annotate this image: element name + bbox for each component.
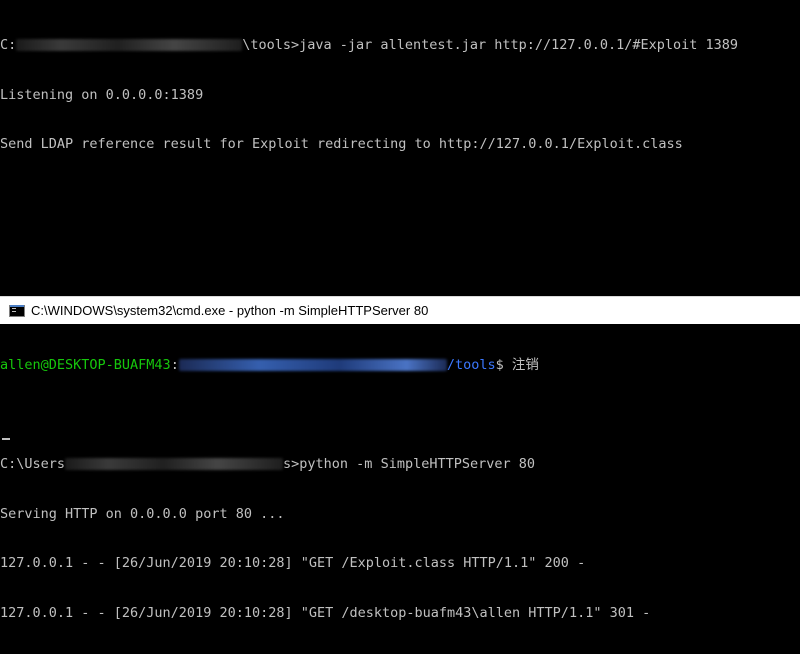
redacted-path: [16, 39, 243, 51]
text-cursor: [2, 438, 10, 440]
listening-line: Listening on 0.0.0.0:1389: [0, 86, 204, 103]
java-command-line: C: \tools>java -jar allentest.jar http://…: [0, 37, 800, 54]
serving-line: Serving HTTP on 0.0.0.0 port 80 ...: [0, 505, 285, 522]
path-prefix: C:: [0, 37, 17, 53]
ldap-redirect-line: Send LDAP reference result for Exploit r…: [0, 136, 683, 152]
prompt-user: allen@DESKTOP-BUAFM43: [0, 357, 171, 373]
java-terminal-output: C: \tools>java -jar allentest.jar http://…: [0, 4, 800, 294]
python-command-text: s>python -m SimpleHTTPServer 80: [283, 456, 535, 472]
redacted-user-path: [65, 458, 284, 470]
window-title: C:\WINDOWS\system32\cmd.exe - python -m …: [31, 303, 429, 318]
redacted-prompt-path: [178, 359, 447, 371]
python-command-line: C:\Users s>python -m SimpleHTTPServer 80: [0, 456, 800, 473]
users-path-prefix: C:\Users: [0, 456, 66, 472]
prompt-tail: $ 注销: [495, 357, 539, 373]
cmd-window-titlebar[interactable]: C:\WINDOWS\system32\cmd.exe - python -m …: [0, 296, 800, 324]
java-command-text: \tools>java -jar allentest.jar http://12…: [242, 37, 739, 53]
request-log-line: 127.0.0.1 - - [26/Jun/2019 20:10:28] "GE…: [0, 604, 651, 621]
request-log-line: 127.0.0.1 - - [26/Jun/2019 20:10:28] "GE…: [0, 555, 586, 571]
cmd-icon: [9, 304, 25, 317]
prompt-colon: :: [170, 357, 179, 373]
prompt-path: /tools: [446, 357, 496, 373]
bash-prompt-line: allen@DESKTOP-BUAFM43: /tools$ 注销: [0, 357, 800, 374]
python-terminal-output[interactable]: allen@DESKTOP-BUAFM43: /tools$ 注销 C:\User…: [0, 324, 800, 621]
